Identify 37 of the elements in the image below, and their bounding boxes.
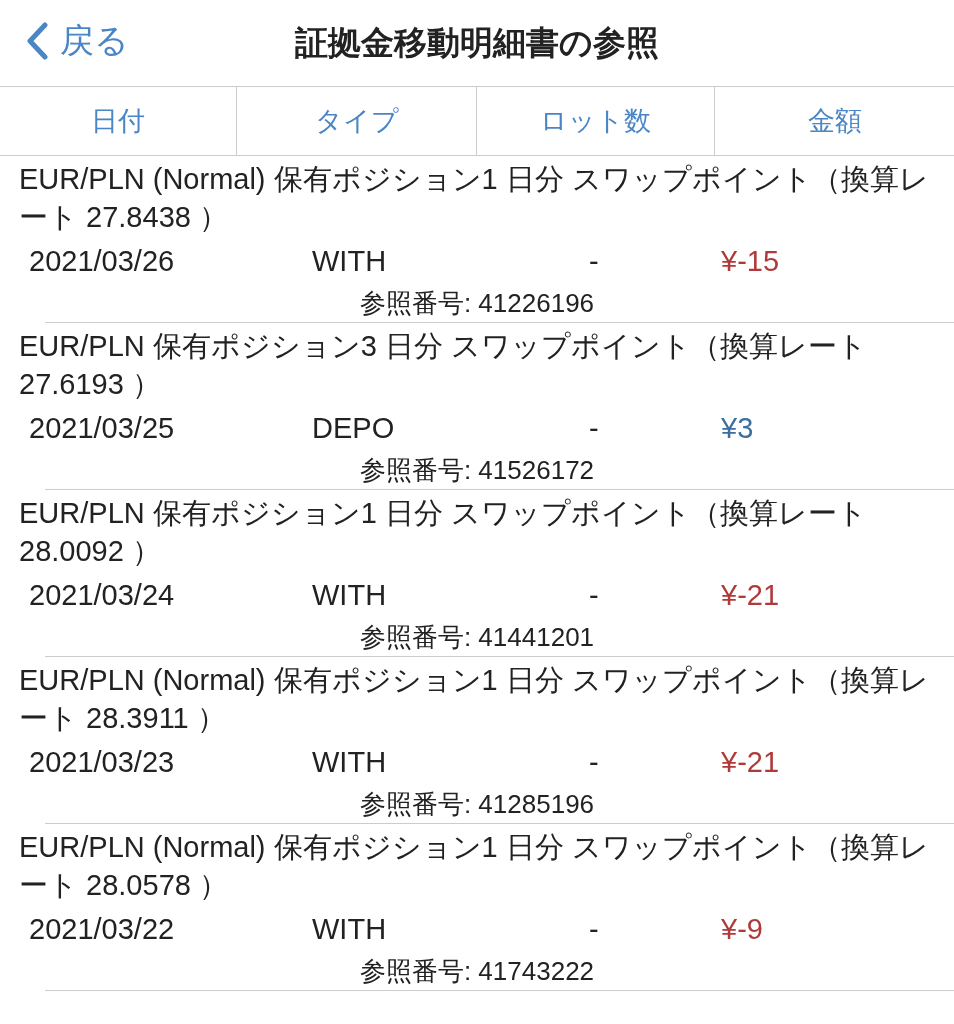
- entry-type: WITH: [312, 244, 388, 278]
- entry-description: EUR/PLN (Normal) 保有ポジション1 日分 スワップポイント（換算レート 28.0578 ）: [19, 830, 930, 903]
- entry-lots: -: [589, 411, 600, 445]
- reference-number: 参照番号: 41226196: [358, 287, 596, 320]
- column-header[interactable]: ロット数: [476, 87, 714, 155]
- entry-lots: -: [589, 578, 600, 612]
- entry-date: 2021/03/22: [29, 912, 176, 946]
- column-header[interactable]: 日付: [0, 87, 236, 155]
- reference-number: 参照番号: 41743222: [358, 955, 596, 988]
- column-header[interactable]: 金額: [714, 87, 954, 155]
- chevron-left-icon: [26, 22, 48, 60]
- entry-amount: ¥-15: [721, 244, 781, 278]
- entry-lots: -: [589, 912, 600, 946]
- back-button[interactable]: 戻る: [26, 18, 129, 64]
- entry-description: EUR/PLN 保有ポジション3 日分 スワップポイント（換算レート 27.6193 ）: [19, 329, 868, 402]
- entry-amount: ¥-9: [721, 912, 764, 946]
- entry-amount: ¥3: [721, 411, 755, 445]
- entry-date: 2021/03/25: [29, 411, 176, 445]
- entry-description: EUR/PLN (Normal) 保有ポジション1 日分 スワップポイント（換算レート 28.3911 ）: [19, 663, 930, 736]
- entry-date: 2021/03/26: [29, 244, 176, 278]
- entry-description: EUR/PLN 保有ポジション1 日分 スワップポイント（換算レート 28.0092 ）: [19, 496, 868, 569]
- reference-number: 参照番号: 41441201: [358, 621, 596, 654]
- entry-lots: -: [589, 745, 600, 779]
- column-header[interactable]: タイプ: [236, 87, 476, 155]
- entry-amount: ¥-21: [721, 745, 781, 779]
- entry-date: 2021/03/24: [29, 578, 176, 612]
- reference-number: 参照番号: 41526172: [358, 454, 596, 487]
- entry-type: DEPO: [312, 411, 396, 445]
- entry-type: WITH: [312, 578, 388, 612]
- entry-date: 2021/03/23: [29, 745, 176, 779]
- entry-amount: ¥-21: [721, 578, 781, 612]
- entry-description: EUR/PLN (Normal) 保有ポジション1 日分 スワップポイント（換算レート 27.8438 ）: [19, 162, 930, 235]
- entry-type: WITH: [312, 912, 388, 946]
- page-title: 証拠金移動明細書の参照: [295, 22, 659, 63]
- entry-lots: -: [589, 244, 600, 278]
- entry-type: WITH: [312, 745, 388, 779]
- reference-number: 参照番号: 41285196: [358, 788, 596, 821]
